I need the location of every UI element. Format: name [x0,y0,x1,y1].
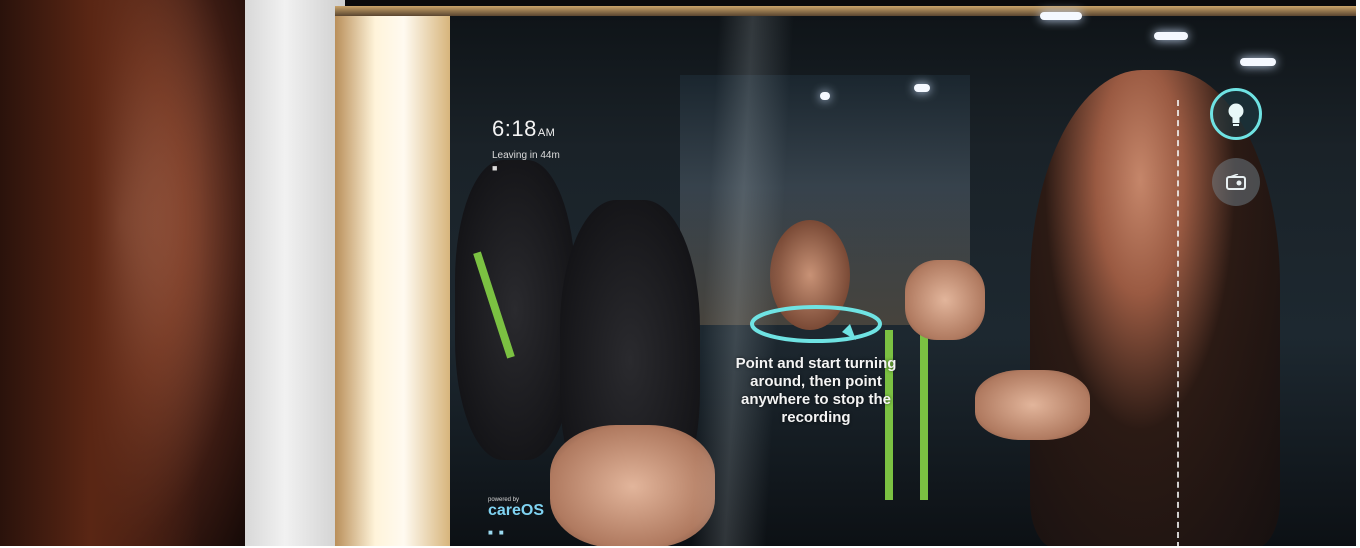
lightbulb-icon [1228,103,1244,126]
hand [550,425,715,548]
car-icon: ■ [492,163,498,173]
reflected-woman [1030,70,1280,548]
radio-button[interactable] [1212,158,1260,206]
rotate-icon [750,305,882,343]
mirror-frame-light [335,10,450,548]
reflected-person [455,160,575,460]
reflected-hand [975,370,1090,440]
instruction-text: Point and start turning around, then poi… [735,355,897,426]
guide-line [1177,100,1179,548]
photo-scene: 6:18AM Leaving in 44m ■ Point and start … [0,0,1360,548]
ceiling-light [914,84,930,92]
wall-panel [245,0,345,548]
image-border [1356,0,1360,548]
mirror-frame-top [335,6,1360,16]
ceiling-light [1240,58,1276,66]
brand-indicator-icons: ■■ [488,528,510,537]
foreground-hair [0,0,200,548]
lanyard [920,330,928,500]
clock: 6:18AM [492,116,555,142]
ceiling-light [820,92,830,100]
clock-suffix: AM [537,127,556,139]
brand-logo: careOS [488,502,545,519]
clock-time: 6:18 [492,116,537,141]
ceiling-light [1154,32,1188,40]
radio-icon [1226,174,1246,190]
reflected-hand [905,260,985,340]
ceiling-light [1040,12,1082,20]
leaving-text: Leaving in 44m [492,150,560,161]
lightbulb-button[interactable] [1210,88,1262,140]
